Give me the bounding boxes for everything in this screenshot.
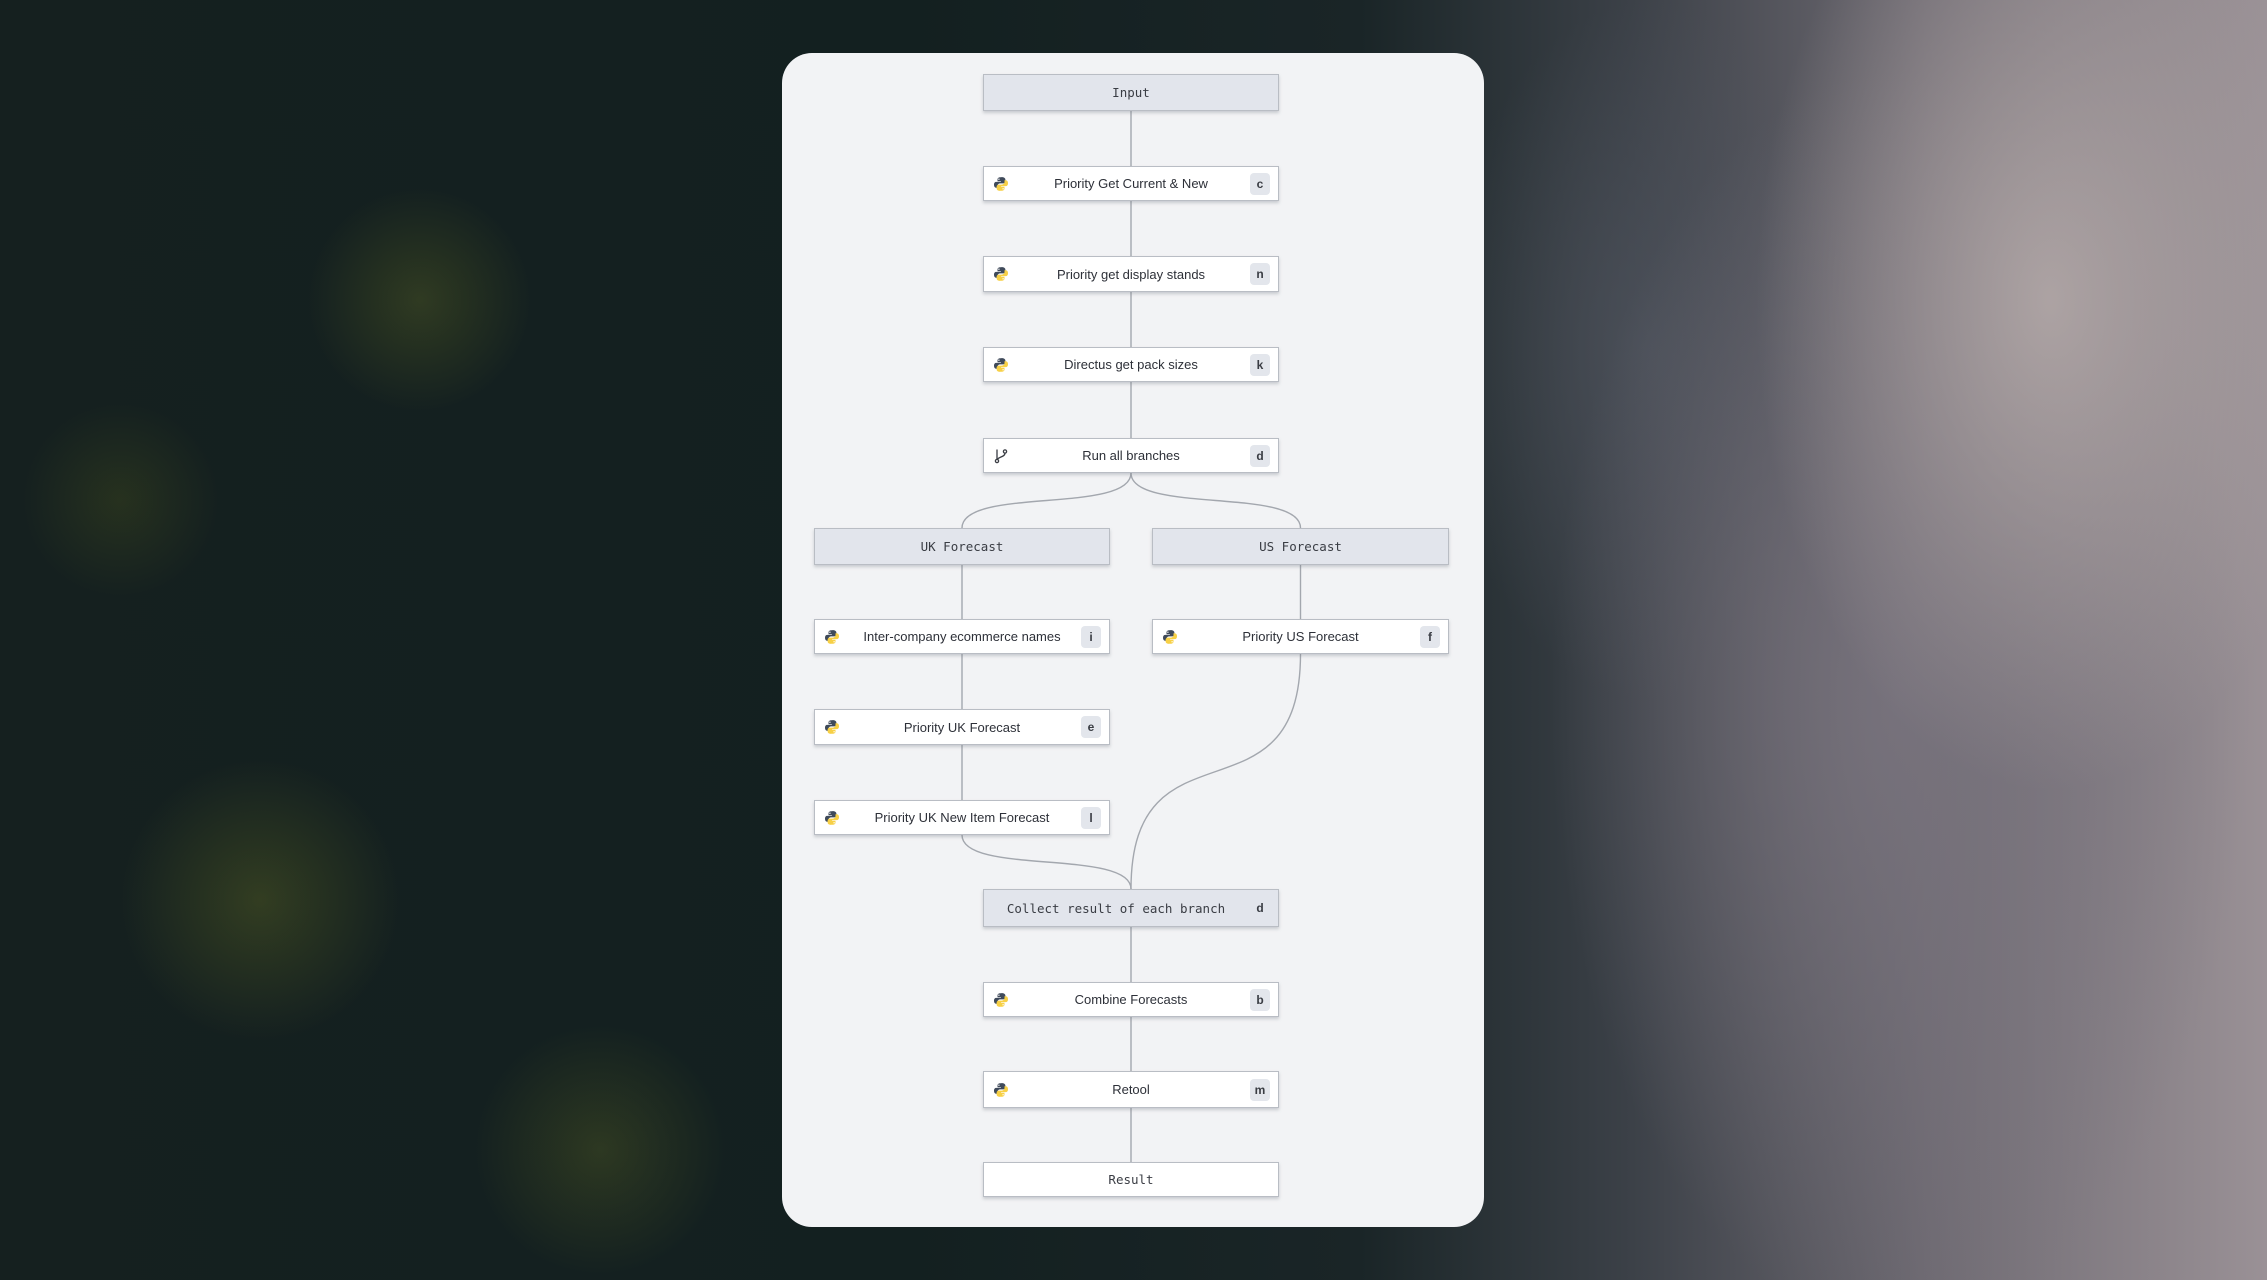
flow-node-uk[interactable]: UK Forecast: [814, 528, 1110, 565]
node-label: Priority UK New Item Forecast: [874, 810, 1050, 825]
python-icon: [824, 810, 840, 826]
node-label: Priority US Forecast: [1242, 629, 1359, 644]
node-label: Inter-company ecommerce names: [863, 629, 1061, 644]
step-id-badge: c: [1250, 172, 1270, 195]
flow-node-us[interactable]: US Forecast: [1152, 528, 1449, 565]
flow-node-collect[interactable]: Collect result of each branch d: [983, 889, 1279, 927]
step-id-badge: b: [1250, 988, 1270, 1011]
flow-node-b[interactable]: Combine Forecasts b: [983, 982, 1279, 1017]
python-icon: [993, 992, 1009, 1008]
python-icon: [1162, 629, 1178, 645]
node-label: Collect result of each branch: [1006, 900, 1226, 916]
node-label: Retool: [1112, 1082, 1150, 1097]
branch-icon: [993, 448, 1009, 464]
python-icon: [824, 629, 840, 645]
python-icon: [993, 357, 1009, 373]
step-id-badge: i: [1081, 625, 1101, 648]
python-icon: [993, 176, 1009, 192]
flow-node-input[interactable]: Input: [983, 74, 1279, 111]
step-id-badge: l: [1081, 806, 1101, 829]
flow-node-k[interactable]: Directus get pack sizes k: [983, 347, 1279, 382]
flow-node-i[interactable]: Inter-company ecommerce names i: [814, 619, 1110, 654]
python-icon: [824, 719, 840, 735]
node-label: UK Forecast: [920, 539, 1004, 554]
flow-node-f[interactable]: Priority US Forecast f: [1152, 619, 1449, 654]
flow-node-n[interactable]: Priority get display stands n: [983, 256, 1279, 292]
flow-node-d[interactable]: Run all branches d: [983, 438, 1279, 473]
step-id-badge: n: [1250, 263, 1270, 285]
flow-node-e[interactable]: Priority UK Forecast e: [814, 709, 1110, 745]
step-id-badge: k: [1250, 353, 1270, 376]
flow-node-l[interactable]: Priority UK New Item Forecast l: [814, 800, 1110, 835]
node-label: US Forecast: [1259, 539, 1342, 554]
step-id-badge: d: [1256, 901, 1264, 915]
flow-node-m[interactable]: Retool m: [983, 1071, 1279, 1108]
step-id-badge: m: [1250, 1078, 1270, 1101]
python-icon: [993, 266, 1009, 282]
step-id-badge: d: [1250, 444, 1270, 467]
node-label: Input: [1112, 85, 1150, 100]
step-id-badge: e: [1081, 716, 1101, 738]
step-id-badge: f: [1420, 625, 1440, 648]
node-label: Run all branches: [1082, 448, 1180, 463]
node-label: Priority Get Current & New: [1054, 176, 1208, 191]
python-icon: [993, 1082, 1009, 1098]
node-label: Result: [1108, 1172, 1154, 1187]
node-label: Priority UK Forecast: [903, 719, 1021, 735]
node-label: Combine Forecasts: [1074, 992, 1188, 1007]
node-label: Directus get pack sizes: [1064, 357, 1198, 372]
flow-node-c[interactable]: Priority Get Current & New c: [983, 166, 1279, 201]
flow-node-result[interactable]: Result: [983, 1162, 1279, 1197]
node-label: Priority get display stands: [1056, 266, 1206, 282]
